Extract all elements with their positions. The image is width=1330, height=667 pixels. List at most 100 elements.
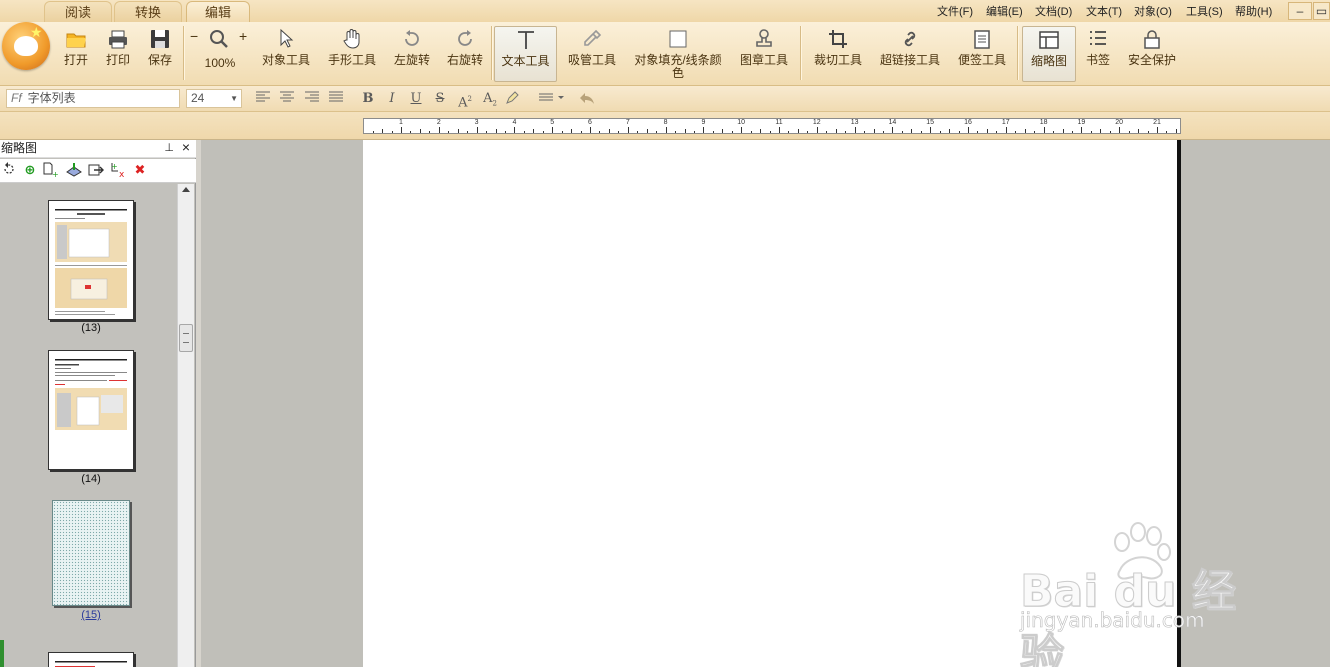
- thumbnail-scrollbar[interactable]: [177, 184, 194, 667]
- ruler-tick: [448, 131, 450, 133]
- note-tool-button[interactable]: 便签工具: [954, 26, 1010, 82]
- menu-document[interactable]: 文档(D): [1035, 3, 1072, 19]
- ruler-tick: [797, 129, 799, 133]
- plus-green-icon: ⊕: [24, 162, 36, 177]
- ruler-tick: [372, 131, 374, 133]
- italic-button[interactable]: I: [383, 90, 401, 108]
- thumbnail-panel-header: 缩略图 ⊥ ×: [0, 139, 196, 158]
- rotate-page-button[interactable]: [1, 162, 17, 178]
- menu-help[interactable]: 帮助(H): [1235, 3, 1272, 19]
- ruler-number: 2: [436, 119, 441, 126]
- open-button[interactable]: 打开: [58, 26, 94, 82]
- ruler-number: 1: [399, 119, 403, 126]
- page-thumbnail-15[interactable]: [52, 500, 130, 606]
- pin-icon[interactable]: ⊥: [164, 140, 174, 157]
- align-justify-button[interactable]: [327, 90, 345, 108]
- zoom-level[interactable]: 100%: [188, 57, 252, 70]
- insert-page-button[interactable]: +: [42, 162, 59, 179]
- ruler-number: 4: [512, 119, 517, 126]
- zoom-in-button[interactable]: +: [239, 29, 247, 43]
- ruler-tick: [1138, 129, 1140, 133]
- ribbon-divider: [491, 26, 492, 80]
- top-tab-bar: 阅读 转换 编辑 文件(F) 编辑(E) 文档(D) 文本(T) 对象(O) 工…: [0, 0, 1330, 22]
- ruler-tick: [401, 127, 402, 133]
- superscript-button[interactable]: A2: [456, 90, 474, 110]
- ruler-tick: [816, 127, 818, 133]
- subscript-button[interactable]: A2: [481, 90, 499, 108]
- app-logo[interactable]: ★: [2, 22, 50, 70]
- note-tool-label: 便签工具: [957, 53, 1006, 67]
- ruler-tick: [901, 131, 903, 133]
- page-thumbnail-16[interactable]: [48, 652, 134, 667]
- font-size-select[interactable]: 24 ▼: [186, 89, 242, 108]
- page-thumbnail-14[interactable]: [48, 350, 134, 470]
- rotate-left-button[interactable]: 左旋转: [390, 26, 434, 82]
- save-button[interactable]: 保存: [142, 26, 178, 82]
- tab-edit[interactable]: 编辑: [186, 1, 250, 22]
- line-style-button[interactable]: [537, 90, 565, 108]
- fill-color-label-2: 色: [671, 66, 684, 80]
- strikethrough-button[interactable]: S: [431, 90, 449, 108]
- scroll-up-arrow-icon[interactable]: [182, 187, 190, 192]
- menu-text[interactable]: 文本(T): [1086, 3, 1122, 19]
- eyedropper-icon: [584, 29, 602, 46]
- add-page-button[interactable]: ⊕: [22, 162, 38, 178]
- rotate-icon: [4, 162, 14, 174]
- tab-convert[interactable]: 转换: [114, 1, 182, 22]
- align-left-button[interactable]: [254, 90, 272, 108]
- undo-button[interactable]: [577, 90, 597, 108]
- ruler-tick: [382, 129, 384, 133]
- export-page-button[interactable]: [88, 162, 104, 178]
- ruler-tick: [665, 127, 667, 133]
- menu-file[interactable]: 文件(F): [937, 3, 973, 19]
- font-family-select[interactable]: Ff 字体列表: [6, 89, 180, 108]
- menu-edit[interactable]: 编辑(E): [986, 3, 1023, 19]
- close-panel-button[interactable]: ×: [182, 139, 190, 156]
- eyedropper-button[interactable]: 吸管工具: [564, 26, 620, 82]
- align-right-button[interactable]: [303, 90, 321, 108]
- extract-page-button[interactable]: [66, 162, 82, 178]
- object-tool-button[interactable]: 对象工具: [258, 26, 314, 82]
- ruler-tick: [741, 127, 743, 133]
- highlight-button[interactable]: [503, 90, 521, 108]
- delete-page-button[interactable]: ✖: [132, 162, 148, 178]
- ruler-tick: [703, 127, 705, 133]
- star-icon: ★: [30, 24, 43, 40]
- ruler-tick: [580, 131, 582, 133]
- ruler-tick: [693, 131, 695, 133]
- zoom-out-button[interactable]: −: [190, 29, 198, 43]
- page-thumbnail-13[interactable]: [48, 200, 134, 320]
- viewport-left-edge: [196, 140, 201, 667]
- bold-button[interactable]: B: [359, 90, 377, 108]
- page-16-preview: [55, 661, 127, 667]
- print-button[interactable]: 打印: [100, 26, 136, 82]
- tab-read[interactable]: 阅读: [44, 1, 112, 22]
- text-tool-button[interactable]: 文本工具: [494, 26, 557, 82]
- security-button[interactable]: 安全保护: [1124, 26, 1180, 82]
- chain-link-icon: [904, 31, 916, 47]
- ruler-tick: [958, 131, 960, 133]
- scrollbar-thumb[interactable]: [179, 324, 193, 352]
- menu-object[interactable]: 对象(O): [1134, 3, 1172, 19]
- align-center-button[interactable]: [278, 90, 296, 108]
- crop-tool-button[interactable]: 裁切工具: [810, 26, 866, 82]
- bookmark-button[interactable]: 书签: [1080, 26, 1116, 82]
- stamp-tool-button[interactable]: 图章工具: [736, 26, 792, 82]
- floppy-disk-icon: [151, 30, 169, 48]
- ruler-tick: [571, 129, 573, 133]
- thumbnail-view-button[interactable]: 缩略图: [1022, 26, 1076, 82]
- menu-tools[interactable]: 工具(S): [1186, 3, 1223, 19]
- fill-color-button[interactable]: 对象填充/线条颜 色: [628, 26, 728, 82]
- minimize-button[interactable]: –: [1288, 2, 1312, 20]
- ruler-tick: [826, 131, 828, 133]
- ruler-tick: [410, 131, 412, 133]
- rotate-right-button[interactable]: 右旋转: [443, 26, 487, 82]
- replace-page-button[interactable]: + x: [110, 162, 126, 180]
- magnifier-icon[interactable]: [209, 29, 229, 49]
- hyperlink-tool-button[interactable]: 超链接工具: [876, 26, 944, 82]
- underline-button[interactable]: U: [407, 90, 425, 108]
- ruler-tick: [1053, 131, 1055, 133]
- hand-tool-button[interactable]: 手形工具: [324, 26, 380, 82]
- maximize-button[interactable]: ▭: [1313, 2, 1330, 20]
- ruler-tick: [939, 131, 941, 133]
